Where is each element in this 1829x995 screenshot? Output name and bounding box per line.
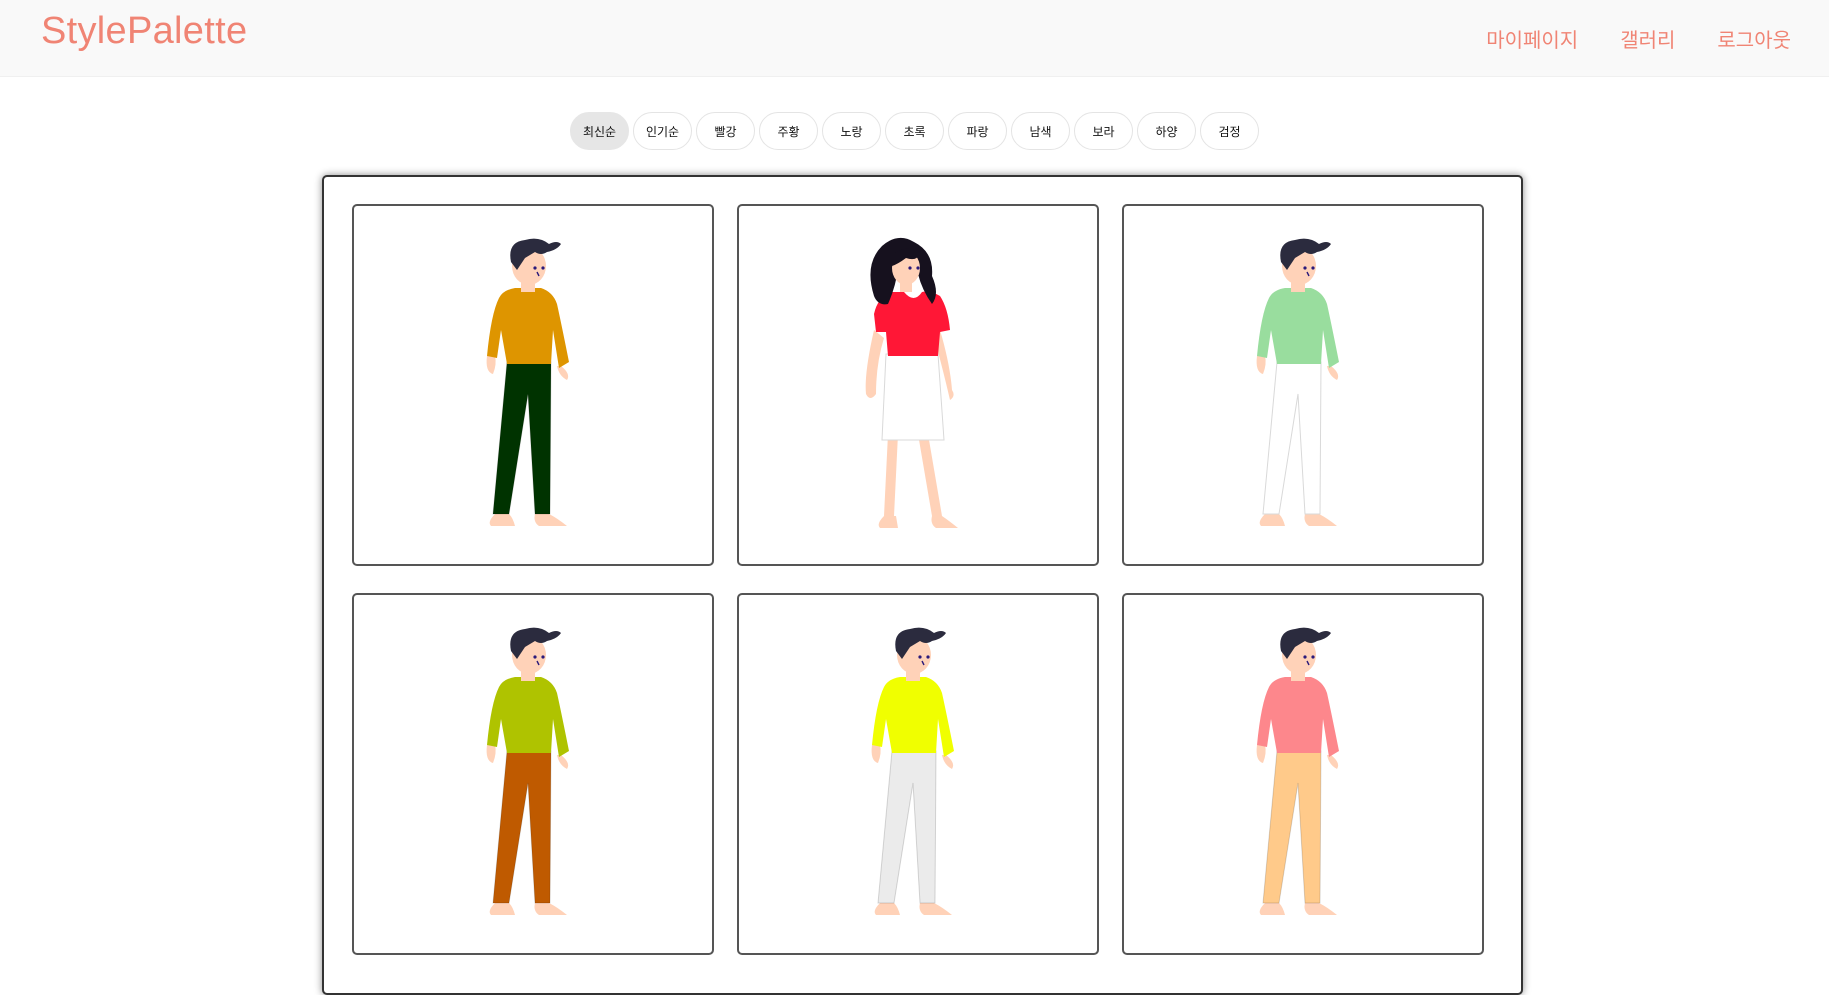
pants (492, 361, 552, 515)
skirt (881, 353, 945, 441)
shirt (1257, 288, 1339, 368)
pants (1262, 750, 1322, 904)
feet (1259, 903, 1337, 915)
top-navbar: StylePalette 마이페이지 갤러리 로그아웃 (0, 0, 1829, 77)
main-nav: 마이페이지 갤러리 로그아웃 (1486, 24, 1791, 53)
outfit-card[interactable] (352, 204, 714, 566)
filter-chip-yellow[interactable]: 노랑 (822, 112, 881, 150)
figure-shape (1303, 655, 1307, 659)
figure-shape (1256, 745, 1266, 763)
figure-shape (486, 745, 496, 763)
figure-shape (557, 755, 569, 769)
filter-chip-green[interactable]: 초록 (885, 112, 944, 150)
figure-shape (931, 516, 958, 528)
pants (1262, 361, 1322, 515)
brand-logo[interactable]: StylePalette (41, 10, 247, 53)
figure-shape (1303, 266, 1307, 270)
figure-shape (486, 356, 496, 374)
shirt (872, 677, 954, 757)
figure-shape (541, 266, 545, 270)
filter-chip-orange[interactable]: 주황 (759, 112, 818, 150)
feet (874, 903, 952, 915)
shirt (487, 288, 569, 368)
outfit-grid (352, 204, 1484, 955)
figure-shape (865, 330, 884, 398)
filter-chip-blue[interactable]: 파랑 (948, 112, 1007, 150)
nav-logout-link[interactable]: 로그아웃 (1717, 24, 1791, 53)
figure-shape (557, 366, 569, 380)
filter-chip-red[interactable]: 빨강 (696, 112, 755, 150)
figure-shape (1304, 514, 1337, 526)
nav-mypage-link[interactable]: 마이페이지 (1486, 24, 1578, 53)
filter-chip-latest[interactable]: 최신순 (570, 112, 629, 150)
figure-shape (1327, 366, 1339, 380)
figure-shape (533, 266, 537, 270)
pants (492, 750, 552, 904)
figure-shape (900, 278, 912, 292)
outfit-card[interactable] (352, 593, 714, 955)
figure-shape (1259, 514, 1285, 526)
figure-shape (918, 655, 922, 659)
figure-shape (533, 655, 537, 659)
figure-shape (1311, 655, 1315, 659)
shirt (1257, 677, 1339, 757)
filter-chip-black[interactable]: 검정 (1200, 112, 1259, 150)
gallery-board (322, 175, 1523, 995)
filter-chip-purple[interactable]: 보라 (1074, 112, 1133, 150)
figure-shape (1327, 755, 1339, 769)
figure-shape (1256, 356, 1266, 374)
figure-shape (534, 903, 567, 915)
figure-shape (489, 903, 515, 915)
figure-shape (1304, 903, 1337, 915)
filter-bar: 최신순 인기순 빨강 주황 노랑 초록 파랑 남색 보라 하양 검정 (0, 112, 1829, 150)
figure-shape (1259, 903, 1285, 915)
outfit-card[interactable] (737, 204, 1099, 566)
outfit-figure-illustration (486, 238, 569, 526)
figure-shape (534, 514, 567, 526)
outfit-figure-illustration (1256, 627, 1339, 915)
figure-shape (916, 266, 920, 270)
outfit-card[interactable] (737, 593, 1099, 955)
figure-shape (1311, 266, 1315, 270)
pants (877, 750, 937, 904)
figure-shape (541, 655, 545, 659)
feet (489, 903, 567, 915)
figure-shape (874, 903, 900, 915)
figure-shape (884, 434, 898, 516)
feet (489, 514, 567, 526)
feet (1259, 514, 1337, 526)
outfit-figure-illustration (1256, 238, 1339, 526)
nav-gallery-link[interactable]: 갤러리 (1620, 24, 1675, 53)
shirt (487, 677, 569, 757)
outfit-card[interactable] (1122, 204, 1484, 566)
figure-shape (926, 655, 930, 659)
filter-chip-navy[interactable]: 남색 (1011, 112, 1070, 150)
filter-chip-white[interactable]: 하양 (1137, 112, 1196, 150)
figure-shape (942, 755, 954, 769)
figure-shape (908, 266, 912, 270)
figure-shape (871, 745, 881, 763)
figure-shape (878, 516, 898, 528)
figure-shape (918, 434, 942, 516)
filter-chip-popular[interactable]: 인기순 (633, 112, 692, 150)
outfit-figure-illustration (486, 627, 569, 915)
figure-shape (489, 514, 515, 526)
figure-shape (919, 903, 952, 915)
outfit-figure-illustration (871, 627, 954, 915)
outfit-figure-illustration (865, 237, 958, 528)
outfit-card[interactable] (1122, 593, 1484, 955)
